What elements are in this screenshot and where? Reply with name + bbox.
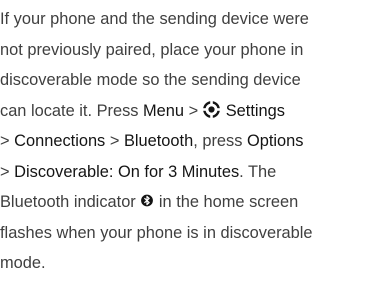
text-line: flashes when your phone is in discoverab… [0,223,313,242]
instruction-paragraph: If your phone and the sending device wer… [0,4,374,279]
connections-key-label: Connections [14,132,106,150]
options-key-label: Options [246,132,304,150]
discoverable-key-label: Discoverable: On for 3 Minutes [14,162,240,181]
text-fragment: can locate it. Press [0,101,144,120]
bluetooth-icon [141,194,154,207]
text-line: can locate it. Press Menu > Settings [0,96,374,127]
settings-key-label: Settings [225,101,285,120]
text-line: mode. [0,254,46,272]
bluetooth-key-label: Bluetooth [123,132,194,150]
text-fragment: in the home screen [154,193,299,211]
gear-icon [202,100,220,118]
text-line: discoverable mode so the sending device [0,71,301,89]
text-line: Bluetooth indicator in the home screen [0,187,374,218]
menu-key-label: Menu [143,101,185,120]
text-fragment: Bluetooth indicator [0,193,141,211]
text-line: > Connections > Bluetooth, press Options [0,126,374,157]
text-line: > Discoverable: On for 3 Minutes. The [0,157,374,188]
text-line: not previously paired, place your phone … [0,40,304,59]
text-fragment: , press [193,132,247,150]
separator: > [0,132,15,150]
separator: > [184,101,203,120]
text-line: If your phone and the sending device wer… [0,10,309,28]
separator: > [0,162,15,181]
separator: > [105,132,124,150]
text-fragment: . The [239,162,277,181]
